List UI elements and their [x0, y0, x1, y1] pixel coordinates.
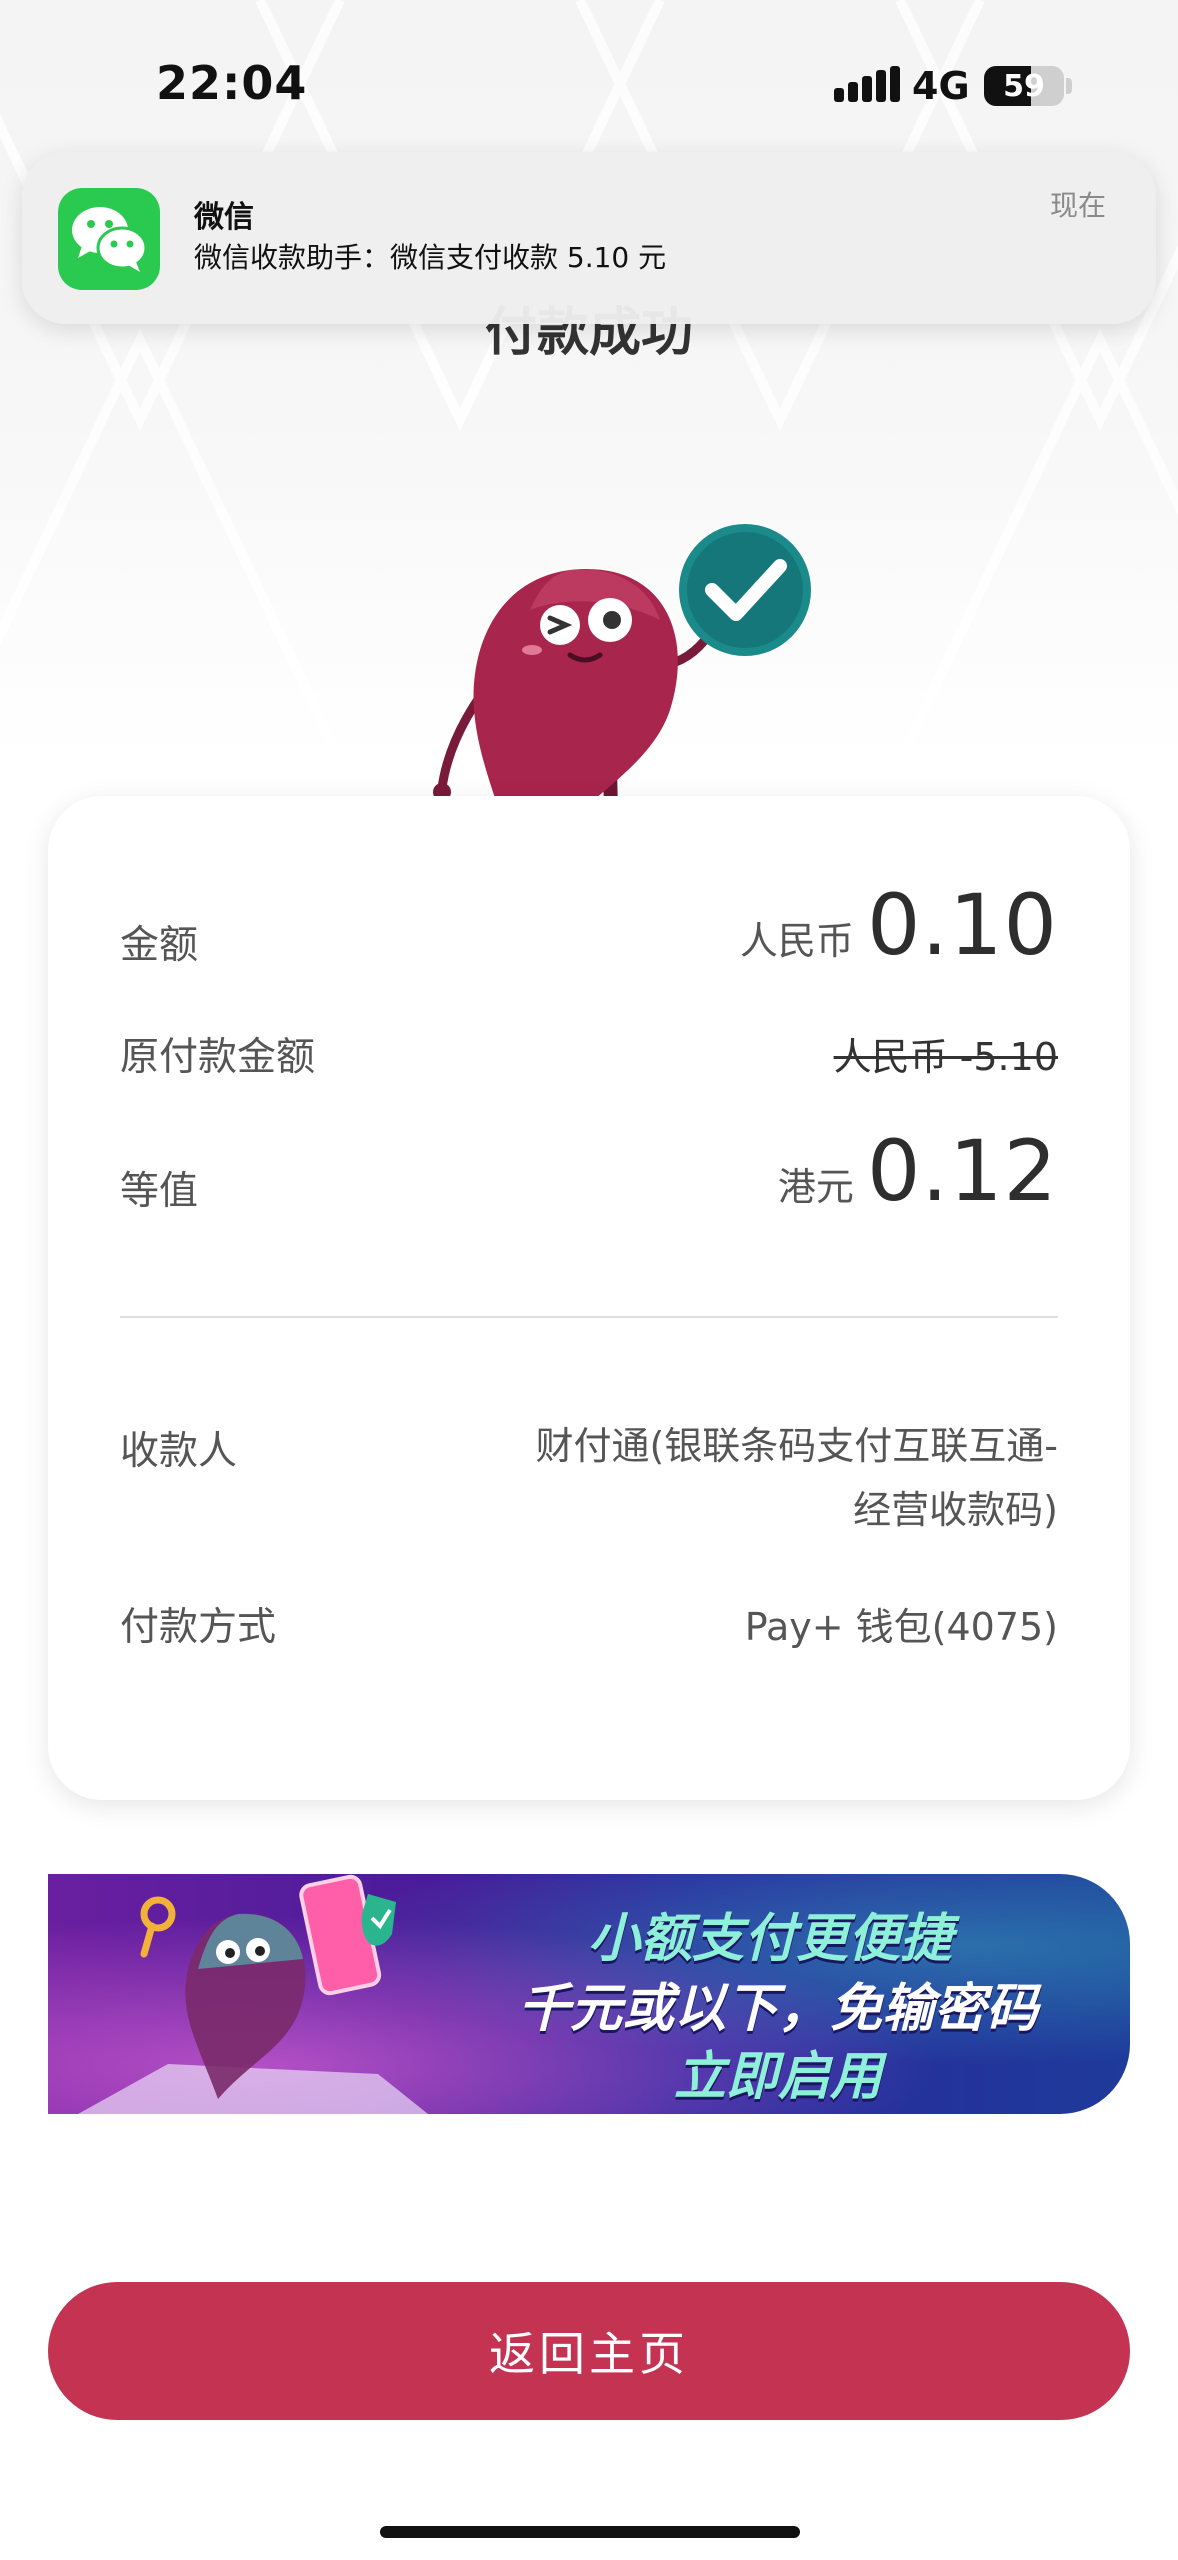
return-home-button[interactable]: 返回主页	[48, 2282, 1130, 2420]
home-indicator[interactable]	[380, 2526, 800, 2538]
payment-method-label: 付款方式	[120, 1605, 277, 1650]
equivalent-value: 0.12	[866, 1122, 1058, 1220]
signal-icon	[834, 66, 900, 102]
notification-time: 现在	[1049, 189, 1106, 222]
wechat-icon	[58, 188, 160, 290]
wechat-notification[interactable]: 微信 微信收款助手：微信支付收款 5.10 元 现在	[22, 152, 1156, 324]
banner-headline: 小额支付更便捷	[588, 1909, 953, 1969]
card-divider	[120, 1316, 1058, 1318]
banner-mascot-illustration	[78, 1874, 428, 2114]
status-time: 22:04	[156, 56, 308, 110]
notification-app-name: 微信	[194, 200, 254, 235]
banner-cta: 立即启用	[674, 2047, 883, 2107]
payment-method-value: Pay+ 钱包(4075)	[744, 1605, 1058, 1649]
equivalent-currency: 港元	[777, 1165, 854, 1209]
equivalent-label: 等值	[120, 1169, 199, 1214]
amount-value: 0.10	[866, 876, 1058, 974]
banner-subline: 千元或以下，免输密码	[518, 1979, 1039, 2039]
equivalent-value-group: 港元 0.12	[778, 1122, 1058, 1220]
amount-value-group: 人民币 0.10	[740, 876, 1058, 974]
battery-icon: 59	[984, 66, 1064, 106]
payee-value: 财付通(银联条码支付互联互通-经营收款码)	[535, 1424, 1058, 1532]
status-bar: 22:04 4G 59	[0, 0, 1178, 150]
promo-banner[interactable]: 小额支付更便捷 千元或以下，免输密码 立即启用	[48, 1874, 1130, 2114]
notification-message: 微信收款助手：微信支付收款 5.10 元	[194, 241, 667, 274]
payee-label: 收款人	[120, 1429, 238, 1474]
payment-detail-card: 金额 人民币 0.10 原付款金额 人民币 -5.10 等值 港元 0.12 收…	[48, 796, 1130, 1800]
battery-percent: 59	[1003, 68, 1045, 104]
amount-currency: 人民币	[739, 919, 854, 963]
network-type: 4G	[912, 64, 970, 108]
battery-cap	[1066, 78, 1072, 94]
original-amount-value: 人民币 -5.10	[833, 1035, 1058, 1079]
amount-label: 金额	[120, 923, 199, 968]
original-amount-label: 原付款金额	[120, 1035, 316, 1080]
